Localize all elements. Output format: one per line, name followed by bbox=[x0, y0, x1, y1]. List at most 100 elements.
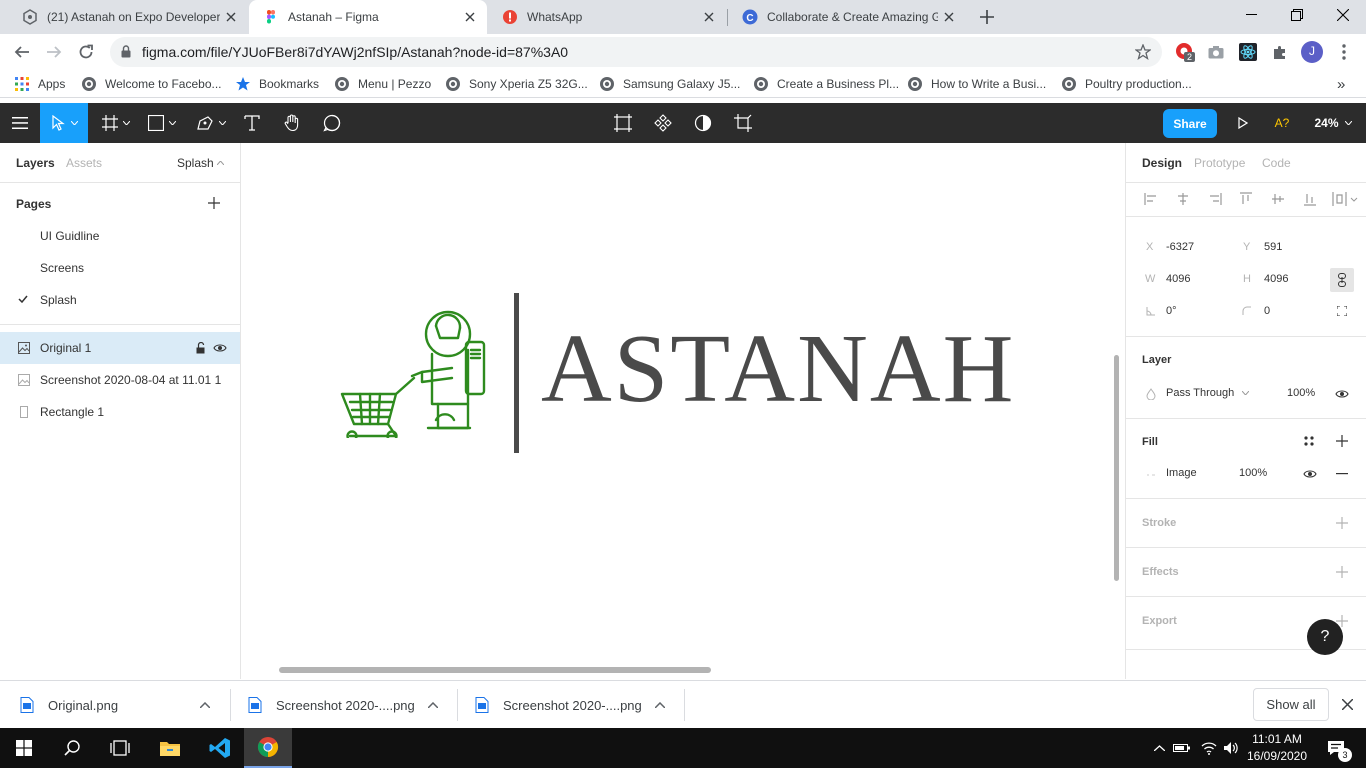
show-all-button[interactable]: Show all bbox=[1253, 688, 1329, 721]
new-tab-icon[interactable] bbox=[975, 5, 999, 29]
layer-opacity-input[interactable]: 100% bbox=[1287, 387, 1315, 399]
task-view-icon[interactable] bbox=[96, 728, 144, 768]
styles-grid-icon[interactable] bbox=[1304, 436, 1314, 446]
align-left-icon[interactable] bbox=[1144, 193, 1158, 205]
eye-icon[interactable] bbox=[1303, 469, 1317, 479]
chevron-up-icon[interactable] bbox=[428, 702, 438, 708]
download-item[interactable]: Screenshot 2020-....png bbox=[475, 687, 675, 723]
tab-figma[interactable]: Astanah – Figma bbox=[249, 0, 487, 34]
mask-icon[interactable] bbox=[691, 103, 715, 143]
frame-tool-button[interactable] bbox=[96, 103, 136, 143]
comment-tool-icon[interactable] bbox=[320, 103, 344, 143]
remove-fill-icon[interactable] bbox=[1336, 473, 1348, 475]
move-tool-button[interactable] bbox=[40, 103, 88, 143]
fill-opacity-input[interactable]: 100% bbox=[1239, 467, 1267, 479]
text-tool-icon[interactable] bbox=[240, 103, 264, 143]
horizontal-scrollbar[interactable] bbox=[279, 667, 711, 673]
reload-icon[interactable] bbox=[70, 36, 102, 68]
file-explorer-icon[interactable] bbox=[146, 728, 194, 768]
bookmarks-overflow-button[interactable]: » bbox=[1337, 75, 1345, 93]
align-vertical-center-icon[interactable] bbox=[1272, 192, 1284, 206]
layer-row-rectangle-1[interactable]: Rectangle 1 bbox=[0, 396, 240, 428]
close-tab-icon[interactable] bbox=[220, 6, 242, 28]
canvas[interactable]: ASTANAH bbox=[241, 143, 1125, 679]
system-clock[interactable]: 11:01 AM 16/09/2020 bbox=[1244, 731, 1310, 765]
close-tab-icon[interactable] bbox=[698, 6, 720, 28]
notifications-icon[interactable]: 3 bbox=[1318, 728, 1354, 768]
profile-avatar[interactable]: J bbox=[1300, 40, 1324, 64]
bookmark-apps[interactable]: Apps bbox=[14, 75, 65, 93]
current-page-dropdown[interactable]: Splash bbox=[177, 156, 214, 170]
tab-prototype[interactable]: Prototype bbox=[1194, 156, 1245, 170]
bookmark-item[interactable]: How to Write a Busi... bbox=[907, 75, 1046, 93]
distribute-icon[interactable] bbox=[1332, 192, 1358, 206]
x-input[interactable]: -6327 bbox=[1166, 241, 1194, 253]
align-right-icon[interactable] bbox=[1208, 193, 1222, 205]
battery-icon[interactable] bbox=[1172, 728, 1192, 768]
tab-layers[interactable]: Layers bbox=[16, 156, 55, 170]
tab-assets[interactable]: Assets bbox=[66, 156, 102, 170]
missing-font-warning[interactable]: A? bbox=[1268, 103, 1296, 143]
bookmark-item[interactable]: Sony Xperia Z5 32G... bbox=[445, 75, 588, 93]
shape-tool-button[interactable] bbox=[142, 103, 182, 143]
close-tab-icon[interactable] bbox=[938, 6, 960, 28]
vscode-icon[interactable] bbox=[196, 728, 244, 768]
forward-icon[interactable] bbox=[38, 36, 70, 68]
add-fill-icon[interactable] bbox=[1336, 435, 1348, 447]
y-input[interactable]: 591 bbox=[1264, 241, 1282, 253]
lock-icon[interactable] bbox=[121, 45, 131, 58]
volume-icon[interactable] bbox=[1220, 728, 1242, 768]
align-horizontal-center-icon[interactable] bbox=[1176, 193, 1190, 205]
page-item-splash[interactable]: Splash bbox=[0, 284, 240, 316]
page-item-ui-guidline[interactable]: UI Guidline bbox=[0, 220, 240, 252]
image-fill-swatch-icon[interactable] bbox=[1146, 473, 1156, 477]
close-tab-icon[interactable] bbox=[459, 6, 481, 28]
camera-icon[interactable] bbox=[1204, 40, 1228, 64]
zoom-dropdown[interactable]: 24% bbox=[1308, 103, 1358, 143]
minimize-icon[interactable] bbox=[1228, 0, 1274, 30]
rotation-input[interactable]: 0° bbox=[1166, 305, 1177, 317]
close-downloads-icon[interactable] bbox=[1342, 699, 1353, 710]
independent-corners-icon[interactable] bbox=[1337, 306, 1347, 316]
chevron-up-icon[interactable] bbox=[1150, 728, 1168, 768]
corner-radius-input[interactable]: 0 bbox=[1264, 305, 1270, 317]
tab-whatsapp[interactable]: WhatsApp bbox=[488, 0, 726, 34]
fill-type[interactable]: Image bbox=[1166, 467, 1197, 479]
pen-tool-button[interactable] bbox=[190, 103, 232, 143]
extension-badge-icon[interactable]: 2 bbox=[1172, 40, 1196, 64]
align-top-icon[interactable] bbox=[1240, 192, 1252, 206]
windows-start-icon[interactable] bbox=[0, 728, 48, 768]
page-item-screens[interactable]: Screens bbox=[0, 252, 240, 284]
unlock-icon[interactable] bbox=[196, 342, 206, 354]
hand-tool-icon[interactable] bbox=[280, 103, 304, 143]
bookmark-item[interactable]: Samsung Galaxy J5... bbox=[599, 75, 740, 93]
constrain-proportions-icon[interactable] bbox=[1330, 268, 1354, 292]
chevron-up-icon[interactable] bbox=[655, 702, 665, 708]
tab-design[interactable]: Design bbox=[1142, 156, 1182, 170]
back-icon[interactable] bbox=[6, 36, 38, 68]
width-input[interactable]: 4096 bbox=[1166, 273, 1190, 285]
address-bar[interactable]: figma.com/file/YJUoFBer8i7dYAWj2nfSIp/As… bbox=[110, 37, 1162, 67]
component-frame-icon[interactable] bbox=[611, 103, 635, 143]
close-window-icon[interactable] bbox=[1320, 0, 1366, 30]
bookmark-item[interactable]: Create a Business Pl... bbox=[753, 75, 899, 93]
main-menu-icon[interactable] bbox=[0, 103, 40, 143]
star-icon[interactable] bbox=[1135, 44, 1151, 60]
chevron-up-icon[interactable] bbox=[217, 161, 224, 165]
add-page-icon[interactable] bbox=[208, 197, 220, 209]
restore-icon[interactable] bbox=[1274, 0, 1320, 30]
add-stroke-icon[interactable] bbox=[1336, 517, 1348, 529]
tab-expo[interactable]: (21) Astanah on Expo Developer bbox=[8, 0, 248, 34]
bookmark-item[interactable]: Bookmarks bbox=[235, 75, 319, 93]
bookmark-item[interactable]: Menu | Pezzo bbox=[334, 75, 431, 93]
puzzle-icon[interactable] bbox=[1268, 40, 1292, 64]
layer-row-screenshot[interactable]: Screenshot 2020-08-04 at 11.01 1 bbox=[0, 364, 240, 396]
layer-row-original-1[interactable]: Original 1 bbox=[0, 332, 240, 364]
eye-icon[interactable] bbox=[213, 343, 227, 353]
download-item[interactable]: Original.png bbox=[20, 687, 220, 723]
vertical-scrollbar[interactable] bbox=[1114, 355, 1119, 581]
crop-icon[interactable] bbox=[731, 103, 755, 143]
component-icon[interactable] bbox=[651, 103, 675, 143]
chevron-up-icon[interactable] bbox=[200, 702, 210, 708]
tab-canva[interactable]: C Collaborate & Create Amazing G bbox=[728, 0, 966, 34]
